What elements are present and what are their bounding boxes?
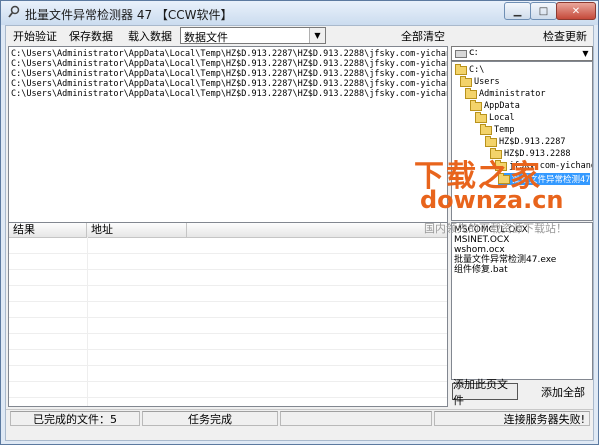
- file-list[interactable]: MSCOMCTL.OCX MSINET.OCX wshom.ocx 批量文件异常…: [451, 222, 593, 380]
- grid-line: [9, 269, 447, 270]
- watermark-subtitle: 国内领先的下载资源下载站！: [424, 222, 567, 235]
- app-window: 批量文件异常检测器 47 【CCW软件】 ▁ □ ✕ 开始验证 保存数据 载入数…: [0, 0, 599, 445]
- status-bar: 已完成的文件：5 任务完成 连接服务器失败!: [6, 409, 593, 428]
- tree-node[interactable]: HZ$D.913.2287: [485, 135, 566, 148]
- watermark-site: downza.cn: [420, 186, 564, 214]
- close-button[interactable]: ✕: [556, 2, 596, 20]
- column-header-result[interactable]: 结果: [9, 223, 87, 237]
- folder-icon: [475, 111, 487, 123]
- folder-icon: [470, 99, 482, 111]
- status-done-files: 已完成的文件：5: [10, 411, 140, 426]
- list-item[interactable]: 组件修复.bat: [454, 265, 508, 275]
- chevron-down-icon[interactable]: ▼: [579, 47, 592, 60]
- grid-line: [9, 397, 447, 398]
- chevron-down-icon[interactable]: ▼: [309, 28, 325, 43]
- result-table[interactable]: 结果 地址: [8, 222, 448, 407]
- grid-line: [9, 317, 447, 318]
- add-all-button[interactable]: 添加全部: [534, 383, 592, 400]
- check-update-button[interactable]: 检查更新: [537, 27, 593, 45]
- data-type-value: 数据文件: [184, 31, 228, 44]
- drive-select[interactable]: c: ▼: [451, 46, 593, 61]
- grid-line: [9, 333, 447, 334]
- list-item[interactable]: 批量文件异常检测47.exe: [454, 255, 556, 265]
- list-item[interactable]: wshom.ocx: [454, 245, 505, 255]
- drive-icon: [455, 50, 467, 58]
- grid-line: [9, 365, 447, 366]
- status-server: 连接服务器失败!: [434, 411, 590, 426]
- list-item[interactable]: MSINET.OCX: [454, 235, 509, 245]
- load-data-button[interactable]: 载入数据: [123, 27, 177, 45]
- grid-line: [9, 301, 447, 302]
- grid-line: [9, 381, 447, 382]
- start-verify-button[interactable]: 开始验证: [8, 27, 62, 45]
- magnifier-icon: [8, 5, 20, 18]
- path-list[interactable]: C:\Users\Administrator\AppData\Local\Tem…: [8, 46, 448, 242]
- grid-line: [9, 285, 447, 286]
- folder-icon: [455, 63, 467, 75]
- list-item[interactable]: C:\Users\Administrator\AppData\Local\Tem…: [11, 69, 447, 79]
- save-data-button[interactable]: 保存数据: [64, 27, 118, 45]
- folder-icon: [485, 135, 497, 147]
- tree-node[interactable]: Administrator: [465, 87, 546, 100]
- tree-node[interactable]: Local: [475, 111, 515, 124]
- drive-label: c:: [469, 47, 478, 58]
- list-item[interactable]: C:\Users\Administrator\AppData\Local\Tem…: [11, 89, 447, 99]
- status-task: 任务完成: [142, 411, 278, 426]
- minimize-button[interactable]: ▁: [504, 2, 531, 20]
- list-item[interactable]: C:\Users\Administrator\AppData\Local\Tem…: [11, 49, 447, 59]
- add-page-files-button[interactable]: 添加此页文件: [452, 378, 518, 407]
- tree-node[interactable]: AppData: [470, 99, 520, 112]
- clear-all-button[interactable]: 全部清空: [396, 27, 450, 45]
- title-bar[interactable]: 批量文件异常检测器 47 【CCW软件】 ▁ □ ✕: [1, 1, 598, 25]
- tree-node[interactable]: Users: [460, 75, 500, 88]
- list-item[interactable]: C:\Users\Administrator\AppData\Local\Tem…: [11, 79, 447, 89]
- folder-icon: [480, 123, 492, 135]
- column-header-address[interactable]: 地址: [87, 223, 187, 237]
- grid-line: [9, 349, 447, 350]
- window-title: 批量文件异常检测器 47 【CCW软件】: [25, 8, 233, 22]
- grid-line: [9, 253, 447, 254]
- folder-icon: [465, 87, 477, 99]
- maximize-button[interactable]: □: [530, 2, 557, 20]
- data-type-select[interactable]: 数据文件 ▼: [180, 27, 326, 44]
- table-header: 结果 地址: [9, 223, 447, 238]
- tree-node[interactable]: Temp: [480, 123, 514, 136]
- list-item[interactable]: C:\Users\Administrator\AppData\Local\Tem…: [11, 59, 447, 69]
- status-empty: [280, 411, 432, 426]
- tree-node[interactable]: C:\: [455, 63, 484, 76]
- folder-icon: [460, 75, 472, 87]
